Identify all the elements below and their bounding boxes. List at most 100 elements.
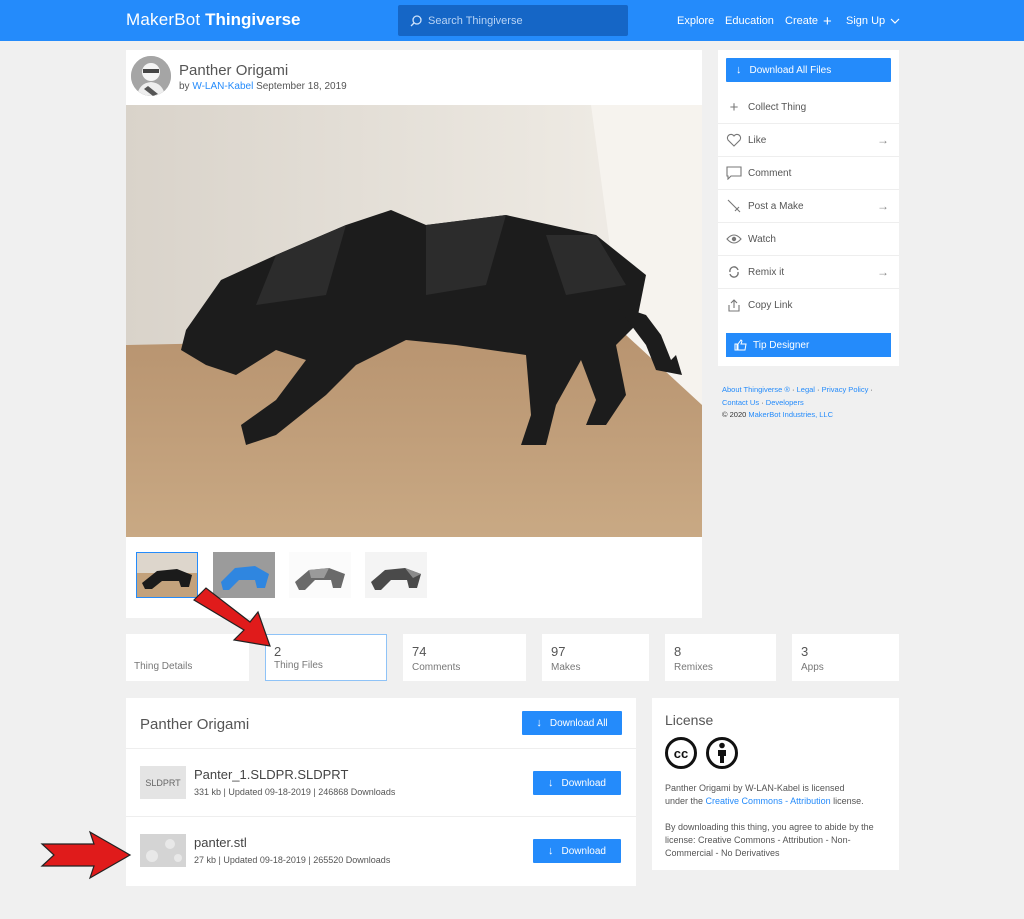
search-icon (410, 14, 422, 26)
footer-company-link[interactable]: MakerBot Industries, LLC (748, 410, 833, 419)
top-navbar: MakerBot Thingiverse Explore Education C… (0, 0, 1024, 41)
license-text: under the (665, 796, 704, 806)
action-watch[interactable]: Watch (718, 223, 899, 256)
annotation-arrow-icon (40, 830, 132, 880)
arrow-right-icon: → (877, 199, 889, 213)
tab-count: 3 (801, 644, 809, 659)
publish-date: September 18, 2019 (256, 81, 347, 92)
footer-about-link[interactable]: About Thingiverse ® (722, 385, 790, 394)
license-text: Panther Origami by (665, 783, 743, 793)
thumbs-up-icon (734, 339, 747, 351)
author-avatar[interactable] (131, 56, 171, 96)
file-name[interactable]: panter.stl (194, 835, 247, 850)
heart-icon (725, 131, 743, 149)
nav-signup[interactable]: Sign Up (846, 15, 900, 27)
footer-privacy-link[interactable]: Privacy Policy (822, 385, 869, 394)
download-arrow-icon: ↓ (548, 845, 554, 857)
download-file-button[interactable]: ↓ Download (533, 839, 621, 863)
download-arrow-icon: ↓ (736, 64, 742, 76)
nav-explore[interactable]: Explore (677, 15, 714, 27)
nav-create-label: Create (785, 15, 819, 27)
tab-label: Makes (551, 662, 581, 673)
thumbnail-4[interactable] (365, 552, 427, 598)
file-name[interactable]: Panter_1.SLDPR.SLDPRT (194, 767, 348, 782)
download-file-button[interactable]: ↓ Download (533, 771, 621, 795)
download-all-files-label: Download All Files (749, 64, 832, 76)
action-label: Like (748, 134, 767, 146)
file-thumbnail (140, 834, 186, 867)
download-arrow-icon: ↓ (536, 717, 542, 729)
divider (126, 748, 636, 749)
footer-legal-link[interactable]: Legal (797, 385, 815, 394)
license-agreement: By downloading this thing, you agree to … (665, 822, 874, 858)
thumbnail-3[interactable] (289, 552, 351, 598)
action-label: Remix it (748, 266, 785, 278)
license-title: License (665, 712, 714, 728)
search-input[interactable] (428, 14, 618, 27)
action-label: Collect Thing (748, 101, 807, 113)
license-author: W-LAN-Kabel (745, 783, 800, 793)
nav-education[interactable]: Education (725, 15, 774, 27)
tab-label: Thing Files (274, 660, 323, 671)
action-label: Copy Link (748, 300, 793, 311)
action-collect-thing[interactable]: + Collect Thing (718, 91, 899, 124)
tab-thing-files[interactable]: 2 Thing Files (265, 634, 387, 681)
tab-apps[interactable]: 3 Apps (792, 634, 899, 681)
tab-makes[interactable]: 97 Makes (542, 634, 649, 681)
license-link[interactable]: Creative Commons - Attribution (706, 796, 831, 806)
footer-developers-link[interactable]: Developers (766, 398, 804, 407)
file-thumbnail: SLDPRT (140, 766, 186, 799)
thing-byline: by W-LAN-Kabel September 18, 2019 (179, 81, 347, 92)
remix-icon (725, 263, 743, 281)
plus-icon: + (729, 98, 739, 116)
arrow-right-icon: → (877, 265, 889, 279)
download-arrow-icon: ↓ (548, 777, 554, 789)
download-all-files-button[interactable]: ↓ Download All Files (726, 58, 891, 82)
chevron-down-icon (890, 18, 900, 24)
action-copy-link[interactable]: Copy Link (718, 289, 899, 322)
license-statement: Panther Origami by W-LAN-Kabel is licens… (665, 782, 893, 808)
logo-makerbot: MakerBot (126, 10, 201, 29)
action-label: Watch (748, 233, 776, 245)
tab-comments[interactable]: 74 Comments (403, 634, 526, 681)
thumbnail-1[interactable] (136, 552, 198, 598)
thing-actions-card: ↓ Download All Files + Collect Thing Lik… (718, 50, 899, 366)
nav-signup-label: Sign Up (846, 15, 886, 27)
tab-count: 8 (674, 644, 682, 659)
tab-remixes[interactable]: 8 Remixes (665, 634, 776, 681)
annotation-arrow-icon (193, 587, 271, 647)
search-box[interactable] (398, 5, 628, 36)
tab-count: 97 (551, 644, 566, 659)
action-like[interactable]: Like → (718, 124, 899, 157)
file-meta: 331 kb | Updated 09-18-2019 | 246868 Dow… (194, 787, 396, 797)
action-label: Post a Make (748, 200, 804, 212)
download-label: Download (561, 845, 606, 857)
eye-icon (725, 230, 743, 248)
site-footer-links: About Thingiverse ® · Legal · Privacy Po… (722, 385, 873, 419)
download-all-button[interactable]: ↓ Download All (522, 711, 622, 735)
tip-designer-label: Tip Designer (753, 339, 810, 351)
make-icon (725, 197, 743, 215)
footer-contact-link[interactable]: Contact Us (722, 398, 759, 407)
action-label: Comment (748, 167, 792, 179)
thingiverse-logo[interactable]: MakerBot Thingiverse (126, 10, 301, 30)
tab-label: Thing Details (134, 661, 193, 672)
license-text: is licensed (802, 783, 845, 793)
share-icon (725, 297, 743, 315)
download-all-label: Download All (549, 717, 608, 729)
thing-card: Panther Origami by W-LAN-Kabel September… (126, 50, 702, 618)
comment-icon (725, 164, 743, 182)
nav-create[interactable]: Create + (785, 14, 832, 29)
tab-count: 74 (412, 644, 427, 659)
hero-image[interactable] (126, 105, 702, 537)
author-link[interactable]: W-LAN-Kabel (192, 81, 253, 92)
action-comment[interactable]: Comment (718, 157, 899, 190)
tip-designer-button[interactable]: Tip Designer (726, 333, 891, 357)
files-title: Panther Origami (140, 716, 250, 733)
arrow-right-icon: → (877, 133, 889, 147)
license-text: license. (833, 796, 864, 806)
file-meta: 27 kb | Updated 09-18-2019 | 265520 Down… (194, 855, 391, 865)
action-post-a-make[interactable]: Post a Make → (718, 190, 899, 223)
logo-thingiverse: Thingiverse (205, 10, 301, 29)
action-remix-it[interactable]: Remix it → (718, 256, 899, 289)
